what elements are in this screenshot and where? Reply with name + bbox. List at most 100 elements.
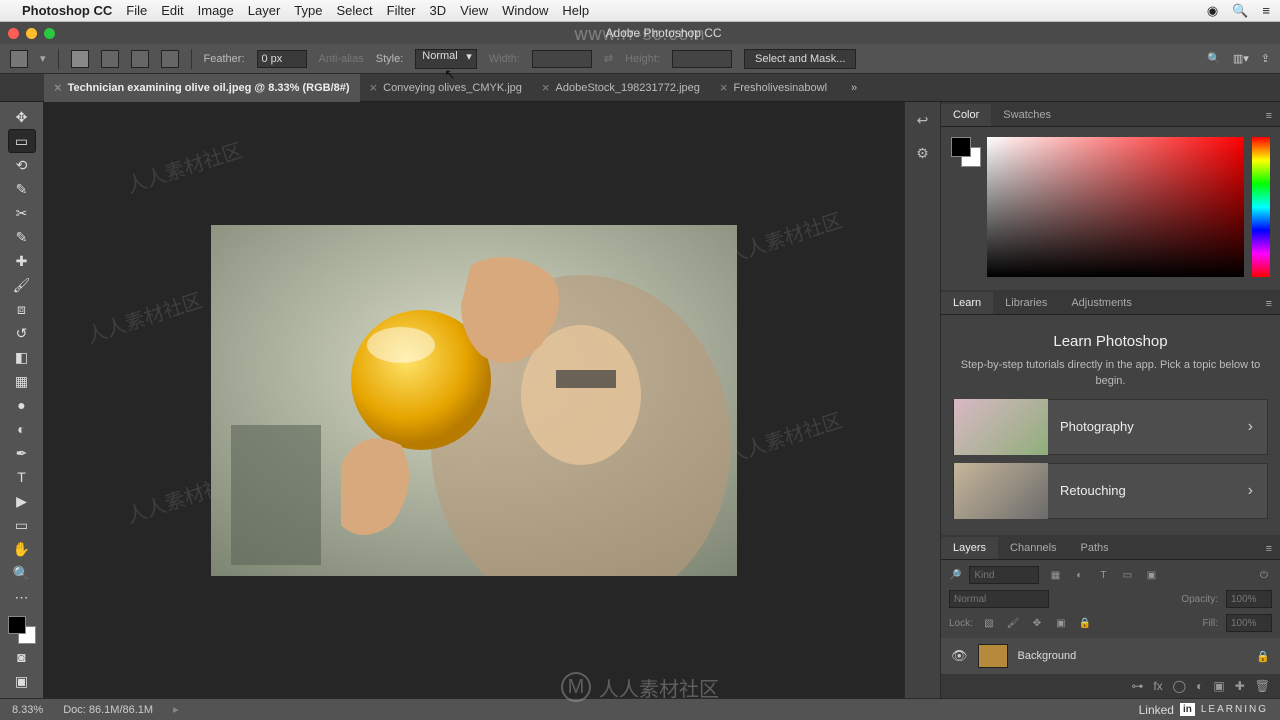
doc-tab[interactable]: ×Conveying olives_CMYK.jpg [360, 74, 532, 102]
learn-card-retouching[interactable]: Retouching › [953, 463, 1268, 519]
pen-tool-icon[interactable]: ✒ [9, 442, 35, 464]
eyedropper-tool-icon[interactable]: ✎ [9, 226, 35, 248]
subtract-selection-icon[interactable] [131, 50, 149, 68]
quick-select-tool-icon[interactable]: ✎ [9, 178, 35, 200]
blur-tool-icon[interactable]: ● [9, 394, 35, 416]
cc-cloud-icon[interactable]: ◉ [1207, 3, 1218, 19]
menu-filter[interactable]: Filter [387, 3, 416, 18]
fill-input[interactable] [1226, 614, 1272, 632]
move-tool-icon[interactable]: ✥ [9, 106, 35, 128]
zoom-level[interactable]: 8.33% [12, 704, 43, 716]
mask-icon[interactable]: ◯ [1173, 679, 1186, 693]
adjustment-layer-icon[interactable]: ◐ [1196, 679, 1203, 693]
layer-row-background[interactable]: 👁 Background 🔒 [941, 638, 1280, 674]
learn-card-photography[interactable]: Photography › [953, 399, 1268, 455]
more-tabs-icon[interactable]: » [843, 82, 866, 94]
hue-slider[interactable] [1252, 137, 1270, 277]
edit-toolbar-icon[interactable]: ⋯ [9, 586, 35, 608]
menu-select[interactable]: Select [336, 3, 372, 18]
tab-color[interactable]: Color [941, 104, 991, 126]
tab-layers[interactable]: Layers [941, 537, 998, 559]
tool-preset-icon[interactable] [10, 50, 28, 68]
layer-thumbnail[interactable] [978, 644, 1008, 668]
marquee-tool-icon[interactable]: ▭ [9, 130, 35, 152]
filter-shape-icon[interactable]: ▭ [1119, 567, 1135, 583]
tab-learn[interactable]: Learn [941, 292, 993, 314]
intersect-selection-icon[interactable] [161, 50, 179, 68]
search-icon[interactable]: 🔍 [1207, 52, 1221, 65]
hamburger-icon[interactable]: ≡ [1262, 3, 1270, 18]
menu-layer[interactable]: Layer [248, 3, 281, 18]
lock-position-icon[interactable]: ✥ [1029, 615, 1045, 631]
type-tool-icon[interactable]: T [9, 466, 35, 488]
panel-menu-icon[interactable]: ≡ [1258, 539, 1280, 559]
shape-tool-icon[interactable]: ▭ [9, 514, 35, 536]
color-field[interactable] [987, 137, 1244, 277]
minimize-window-icon[interactable] [26, 28, 37, 39]
close-window-icon[interactable] [8, 28, 19, 39]
trash-icon[interactable]: 🗑 [1255, 679, 1270, 693]
chevron-down-icon[interactable]: ▾ [40, 52, 46, 65]
panel-menu-icon[interactable]: ≡ [1258, 106, 1280, 126]
menu-help[interactable]: Help [562, 3, 589, 18]
share-icon[interactable]: ⇪ [1261, 52, 1270, 65]
new-layer-icon[interactable]: ✚ [1235, 679, 1245, 693]
status-chevron-icon[interactable]: ▸ [173, 703, 179, 716]
menu-image[interactable]: Image [198, 3, 234, 18]
lock-transparent-icon[interactable]: ▨ [981, 615, 997, 631]
feather-input[interactable] [257, 50, 307, 68]
color-swatches-icon[interactable] [8, 616, 36, 644]
path-select-tool-icon[interactable]: ▶ [9, 490, 35, 512]
filter-toggle-icon[interactable]: ⏻ [1256, 567, 1272, 583]
link-layers-icon[interactable]: ⊶ [1131, 679, 1143, 693]
tab-adjustments[interactable]: Adjustments [1059, 292, 1144, 314]
layer-filter-select[interactable] [969, 566, 1039, 584]
doc-tab[interactable]: ×AdobeStock_198231772.jpeg [532, 74, 710, 102]
menu-file[interactable]: File [126, 3, 147, 18]
close-tab-icon[interactable]: × [370, 80, 378, 95]
gradient-tool-icon[interactable]: ▦ [9, 370, 35, 392]
menu-edit[interactable]: Edit [161, 3, 183, 18]
close-tab-icon[interactable]: × [542, 80, 550, 95]
fx-icon[interactable]: fx [1153, 679, 1162, 693]
panel-menu-icon[interactable]: ≡ [1258, 294, 1280, 314]
healing-tool-icon[interactable]: ✚ [9, 250, 35, 272]
doc-tab-active[interactable]: ×Technician examining olive oil.jpeg @ 8… [44, 74, 360, 102]
filter-smart-icon[interactable]: ▣ [1143, 567, 1159, 583]
doc-size[interactable]: Doc: 86.1M/86.1M [63, 704, 153, 716]
zoom-window-icon[interactable] [44, 28, 55, 39]
lock-icon[interactable]: 🔒 [1256, 650, 1270, 663]
close-tab-icon[interactable]: × [54, 80, 62, 95]
menu-view[interactable]: View [460, 3, 488, 18]
group-icon[interactable]: ▣ [1213, 679, 1224, 693]
select-and-mask-button[interactable]: Select and Mask... [744, 49, 857, 69]
tab-swatches[interactable]: Swatches [991, 104, 1063, 126]
doc-tab[interactable]: ×Fresholivesinabowl [710, 74, 837, 102]
screen-mode-icon[interactable]: ▣ [9, 670, 35, 692]
filter-image-icon[interactable]: ▦ [1047, 567, 1063, 583]
canvas-area[interactable]: 人人素材社区 人人素材社区 人人素材社区 人人素材社区 人人素材社区 [44, 102, 904, 698]
hand-tool-icon[interactable]: ✋ [9, 538, 35, 560]
dodge-tool-icon[interactable]: ◐ [9, 418, 35, 440]
spotlight-icon[interactable]: 🔍 [1232, 3, 1248, 19]
filter-type-icon[interactable]: T [1095, 567, 1111, 583]
document-canvas[interactable] [211, 225, 737, 576]
app-name[interactable]: Photoshop CC [22, 3, 112, 18]
tab-channels[interactable]: Channels [998, 537, 1068, 559]
menu-window[interactable]: Window [502, 3, 548, 18]
properties-panel-icon[interactable]: ⚙ [916, 145, 929, 162]
filter-adjust-icon[interactable]: ◐ [1071, 567, 1087, 583]
lasso-tool-icon[interactable]: ⟲ [9, 154, 35, 176]
filter-search-icon[interactable]: 🔎 [949, 570, 961, 581]
fg-bg-swatch[interactable] [951, 137, 979, 280]
menu-3d[interactable]: 3D [430, 3, 447, 18]
stamp-tool-icon[interactable]: ⧈ [9, 298, 35, 320]
menu-type[interactable]: Type [294, 3, 322, 18]
history-brush-tool-icon[interactable]: ↺ [9, 322, 35, 344]
zoom-tool-icon[interactable]: 🔍 [9, 562, 35, 584]
style-select[interactable]: Normal ▾ [415, 49, 476, 69]
eraser-tool-icon[interactable]: ◧ [9, 346, 35, 368]
opacity-input[interactable] [1226, 590, 1272, 608]
lock-image-icon[interactable]: 🖌 [1005, 615, 1021, 631]
tab-paths[interactable]: Paths [1069, 537, 1121, 559]
